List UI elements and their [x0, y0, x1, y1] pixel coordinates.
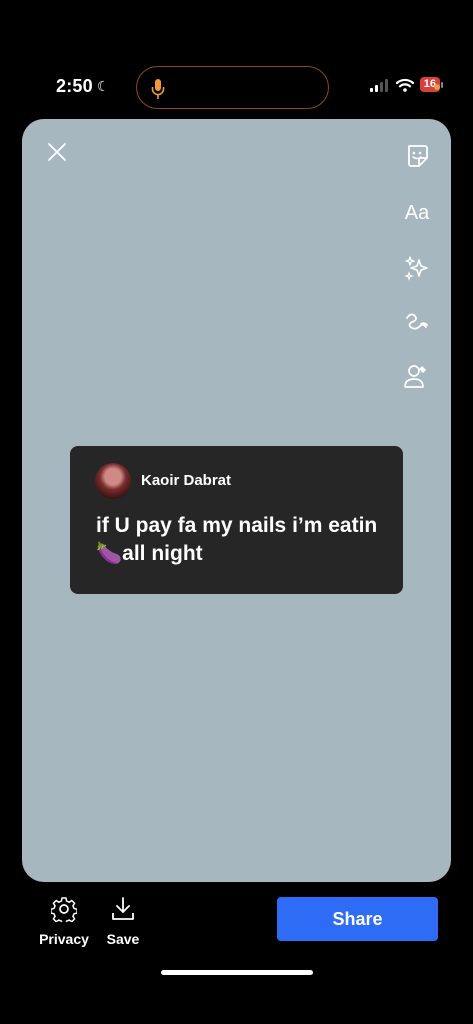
battery-tip	[441, 81, 443, 88]
status-time: 2:50 ☾	[56, 76, 110, 97]
dynamic-island	[136, 66, 329, 109]
moon-icon: ☾	[96, 78, 110, 94]
share-button[interactable]: Share	[277, 897, 438, 941]
story-canvas: Aa Kaoir Dabrat if U pay fa my nails i’m…	[22, 119, 451, 882]
close-icon[interactable]	[46, 141, 68, 163]
draw-icon[interactable]	[403, 308, 431, 336]
wifi-icon	[395, 78, 414, 92]
time-text: 2:50	[56, 76, 93, 96]
text-tool[interactable]: Aa	[403, 199, 431, 227]
effects-icon[interactable]	[403, 254, 431, 282]
download-icon	[112, 897, 134, 920]
save-button[interactable]: Save	[88, 896, 158, 947]
story-share-screen: 2:50 ☾ 16 Aa Kaoir Dabrat if U pay fa my…	[0, 0, 473, 1024]
avatar	[95, 463, 131, 499]
microphone-icon	[151, 79, 165, 99]
status-indicators: 16	[369, 77, 443, 92]
author-name: Kaoir Dabrat	[141, 472, 232, 489]
gear-icon	[51, 897, 77, 922]
sticker-icon[interactable]	[403, 142, 431, 170]
text-tool-label: Aa	[404, 201, 430, 224]
save-label: Save	[106, 931, 140, 947]
home-indicator[interactable]	[161, 970, 313, 975]
signal-icon	[369, 78, 388, 92]
post-card[interactable]: Kaoir Dabrat if U pay fa my nails i’m ea…	[70, 446, 403, 594]
post-text: if U pay fa my nails i’m eatin🍆all night	[96, 514, 378, 565]
privacy-indicator-dot	[434, 84, 440, 90]
mention-icon[interactable]	[403, 362, 431, 390]
